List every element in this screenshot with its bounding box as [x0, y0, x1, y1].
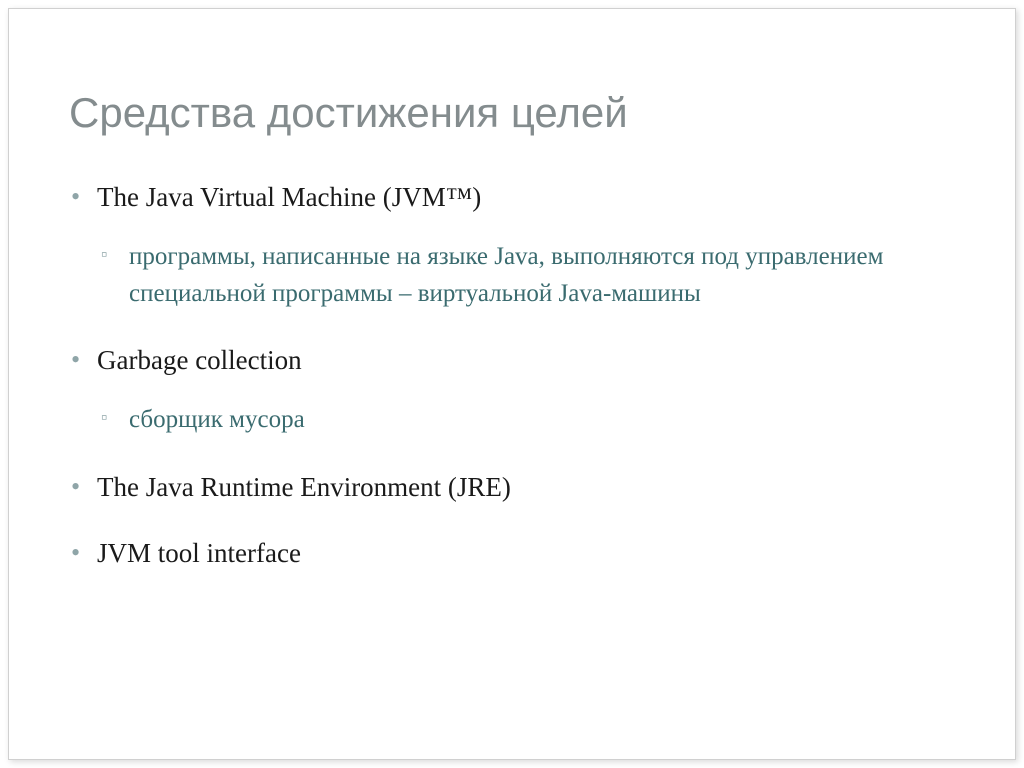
sub-item: программы, написанные на языке Java, вып…	[129, 239, 955, 312]
bullet-item: The Java Runtime Environment (JRE)	[97, 469, 955, 505]
sub-list: программы, написанные на языке Java, вып…	[97, 239, 955, 312]
bullet-list: The Java Virtual Machine (JVM™) программ…	[69, 179, 955, 572]
bullet-item: Garbage collection сборщик мусора	[97, 342, 955, 439]
sub-list: сборщик мусора	[97, 402, 955, 438]
bullet-text: The Java Virtual Machine (JVM™)	[97, 182, 481, 212]
bullet-text: JVM tool interface	[97, 538, 301, 568]
slide-frame: Средства достижения целей The Java Virtu…	[8, 8, 1016, 760]
bullet-item: The Java Virtual Machine (JVM™) программ…	[97, 179, 955, 312]
sub-item: сборщик мусора	[129, 402, 955, 438]
bullet-text: The Java Runtime Environment (JRE)	[97, 472, 511, 502]
slide-title: Средства достижения целей	[69, 89, 955, 137]
bullet-item: JVM tool interface	[97, 535, 955, 571]
bullet-text: Garbage collection	[97, 345, 302, 375]
